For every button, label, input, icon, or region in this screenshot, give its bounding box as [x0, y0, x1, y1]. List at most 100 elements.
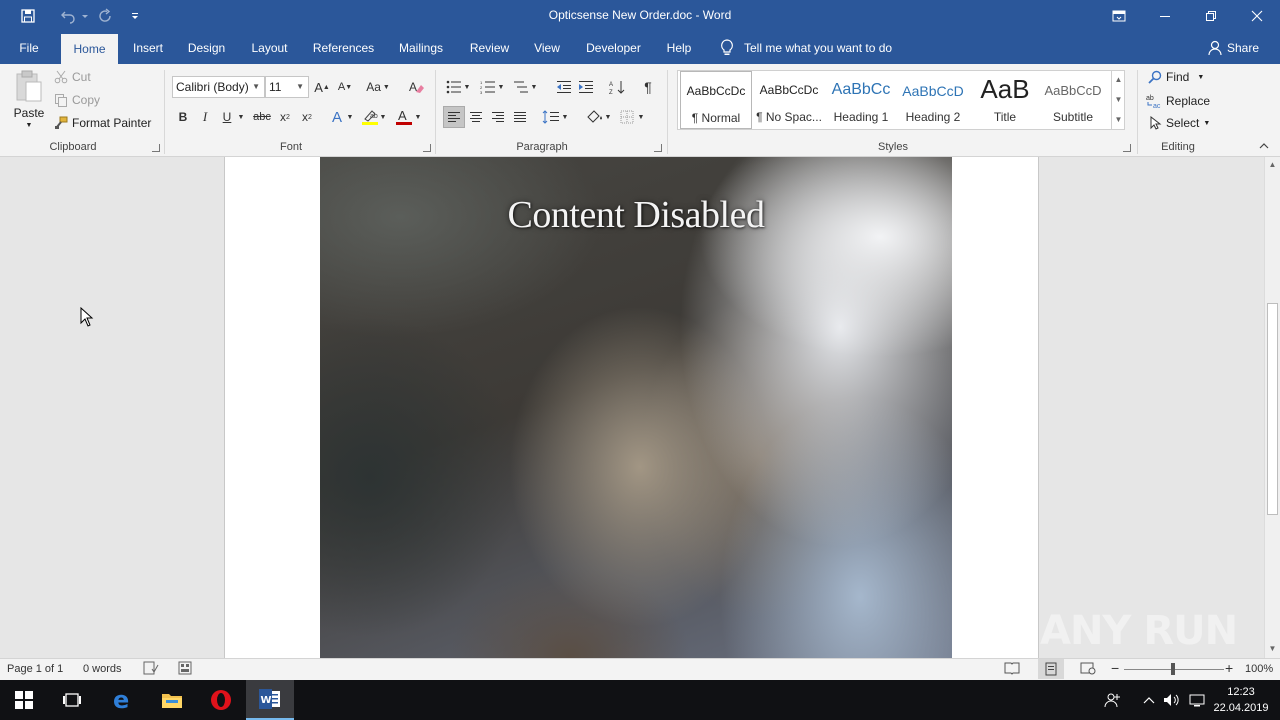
tab-home[interactable]: Home	[61, 34, 118, 64]
find-dropdown-icon[interactable]: ▼	[1197, 74, 1204, 81]
align-center-icon[interactable]	[466, 107, 486, 127]
tab-references[interactable]: References	[309, 32, 378, 64]
tab-mailings[interactable]: Mailings	[392, 32, 450, 64]
line-spacing-dropdown-icon[interactable]: ▼	[560, 107, 570, 127]
word-count[interactable]: 0 words	[83, 663, 122, 675]
scroll-down-icon[interactable]: ▼	[1265, 641, 1280, 657]
cut-button[interactable]: Cut	[54, 70, 91, 84]
edge-taskbar-button[interactable]: e	[99, 680, 147, 720]
find-button[interactable]: Find ▼	[1148, 70, 1204, 84]
bullets-dropdown-icon[interactable]: ▼	[462, 77, 472, 97]
document-area[interactable]: Content Disabled	[0, 157, 1264, 658]
show-formatting-icon[interactable]: ¶	[638, 77, 658, 97]
ribbon-options-icon[interactable]	[1096, 0, 1142, 32]
task-view-button[interactable]	[48, 680, 96, 720]
tab-layout[interactable]: Layout	[245, 32, 294, 64]
justify-icon[interactable]	[510, 107, 530, 127]
tab-help[interactable]: Help	[660, 32, 698, 64]
minimize-icon[interactable]	[1142, 0, 1188, 32]
font-size-combo[interactable]: 11 ▼	[265, 76, 309, 98]
subscript-icon[interactable]: x2	[275, 107, 295, 127]
tab-developer[interactable]: Developer	[580, 32, 647, 64]
format-painter-button[interactable]: Format Painter	[54, 116, 151, 130]
gallery-up-icon[interactable]: ▲	[1112, 70, 1125, 90]
scroll-up-icon[interactable]: ▲	[1265, 157, 1280, 173]
zoom-level[interactable]: 100%	[1245, 663, 1273, 675]
grow-font-icon[interactable]: A ▲	[312, 77, 332, 97]
web-layout-icon[interactable]	[1080, 661, 1096, 678]
gallery-down-icon[interactable]: ▼	[1112, 90, 1125, 110]
highlight-dropdown-icon[interactable]: ▼	[378, 107, 388, 127]
close-icon[interactable]	[1234, 0, 1280, 32]
align-left-icon[interactable]	[443, 106, 465, 128]
print-layout-icon[interactable]	[1038, 659, 1064, 679]
select-dropdown-icon[interactable]: ▼	[1203, 120, 1210, 127]
volume-icon[interactable]	[1161, 680, 1183, 720]
font-family-combo[interactable]: Calibri (Body) ▼	[172, 76, 265, 98]
change-case-button[interactable]: Aa ▼	[363, 77, 393, 97]
style-no-spacing[interactable]: AaBbCcDc ¶ No Spac...	[753, 71, 825, 129]
styles-launcher-icon[interactable]	[1123, 144, 1131, 152]
underline-icon[interactable]: U	[217, 107, 237, 127]
system-clock[interactable]: 12:23 22.04.2019	[1210, 684, 1272, 716]
highlight-icon[interactable]: ab	[360, 107, 380, 127]
file-explorer-taskbar-button[interactable]	[148, 680, 196, 720]
style-title[interactable]: AaB Title	[969, 71, 1041, 129]
network-icon[interactable]	[1186, 680, 1208, 720]
tab-view[interactable]: View	[528, 32, 566, 64]
restore-icon[interactable]	[1188, 0, 1234, 32]
paste-dropdown-icon[interactable]: ▼	[26, 122, 33, 129]
increase-indent-icon[interactable]	[576, 77, 596, 97]
sort-icon[interactable]: AZ	[607, 77, 627, 97]
opera-taskbar-button[interactable]	[197, 680, 245, 720]
zoom-slider-thumb[interactable]	[1171, 663, 1175, 675]
document-page[interactable]: Content Disabled	[224, 157, 1039, 658]
decrease-indent-icon[interactable]	[554, 77, 574, 97]
align-right-icon[interactable]	[488, 107, 508, 127]
chevron-up-icon[interactable]	[1140, 680, 1158, 720]
numbering-icon[interactable]: 123	[478, 77, 498, 97]
line-spacing-icon[interactable]	[541, 107, 561, 127]
font-launcher-icon[interactable]	[423, 144, 431, 152]
paragraph-launcher-icon[interactable]	[654, 144, 662, 152]
proofing-icon[interactable]	[143, 661, 159, 678]
italic-icon[interactable]: I	[195, 107, 215, 127]
tab-review[interactable]: Review	[464, 32, 515, 64]
style-heading-2[interactable]: AaBbCcD Heading 2	[897, 71, 969, 129]
start-button[interactable]	[0, 680, 48, 720]
strikethrough-icon[interactable]: abc	[251, 107, 273, 127]
gallery-more-icon[interactable]: ▼	[1112, 110, 1125, 130]
style-heading-1[interactable]: AaBbCc Heading 1	[825, 71, 897, 129]
select-button[interactable]: Select ▼	[1148, 116, 1210, 130]
multilevel-dropdown-icon[interactable]: ▼	[529, 77, 539, 97]
share-button[interactable]: Share	[1208, 32, 1259, 64]
clear-formatting-icon[interactable]: A	[406, 77, 426, 97]
shading-dropdown-icon[interactable]: ▼	[603, 107, 613, 127]
page-count[interactable]: Page 1 of 1	[7, 663, 63, 675]
underline-dropdown-icon[interactable]: ▼	[236, 107, 246, 127]
replace-button[interactable]: ab ac Replace	[1146, 93, 1210, 109]
superscript-icon[interactable]: x2	[297, 107, 317, 127]
bold-icon[interactable]: B	[173, 107, 193, 127]
vertical-scrollbar[interactable]: ▲ ▼	[1264, 157, 1280, 658]
scroll-thumb[interactable]	[1267, 303, 1278, 515]
font-color-dropdown-icon[interactable]: ▼	[413, 107, 423, 127]
copy-button[interactable]: Copy	[54, 93, 100, 107]
multilevel-list-icon[interactable]	[511, 77, 531, 97]
style-subtitle[interactable]: AaBbCcD Subtitle	[1037, 71, 1109, 129]
people-icon[interactable]	[1100, 680, 1126, 720]
clipboard-launcher-icon[interactable]	[152, 144, 160, 152]
macro-record-icon[interactable]	[178, 661, 192, 678]
shrink-font-icon[interactable]: A ▼	[335, 77, 355, 97]
text-effects-icon[interactable]: A	[327, 107, 347, 127]
tell-me-box[interactable]: Tell me what you want to do	[720, 32, 892, 64]
borders-icon[interactable]	[617, 107, 637, 127]
read-mode-icon[interactable]	[1004, 661, 1020, 678]
zoom-in-icon[interactable]: +	[1225, 660, 1233, 676]
text-effects-dropdown-icon[interactable]: ▼	[345, 107, 355, 127]
collapse-ribbon-icon[interactable]	[1259, 142, 1269, 150]
bullets-icon[interactable]	[444, 77, 464, 97]
numbering-dropdown-icon[interactable]: ▼	[496, 77, 506, 97]
tab-file[interactable]: File	[8, 32, 50, 64]
borders-dropdown-icon[interactable]: ▼	[636, 107, 646, 127]
